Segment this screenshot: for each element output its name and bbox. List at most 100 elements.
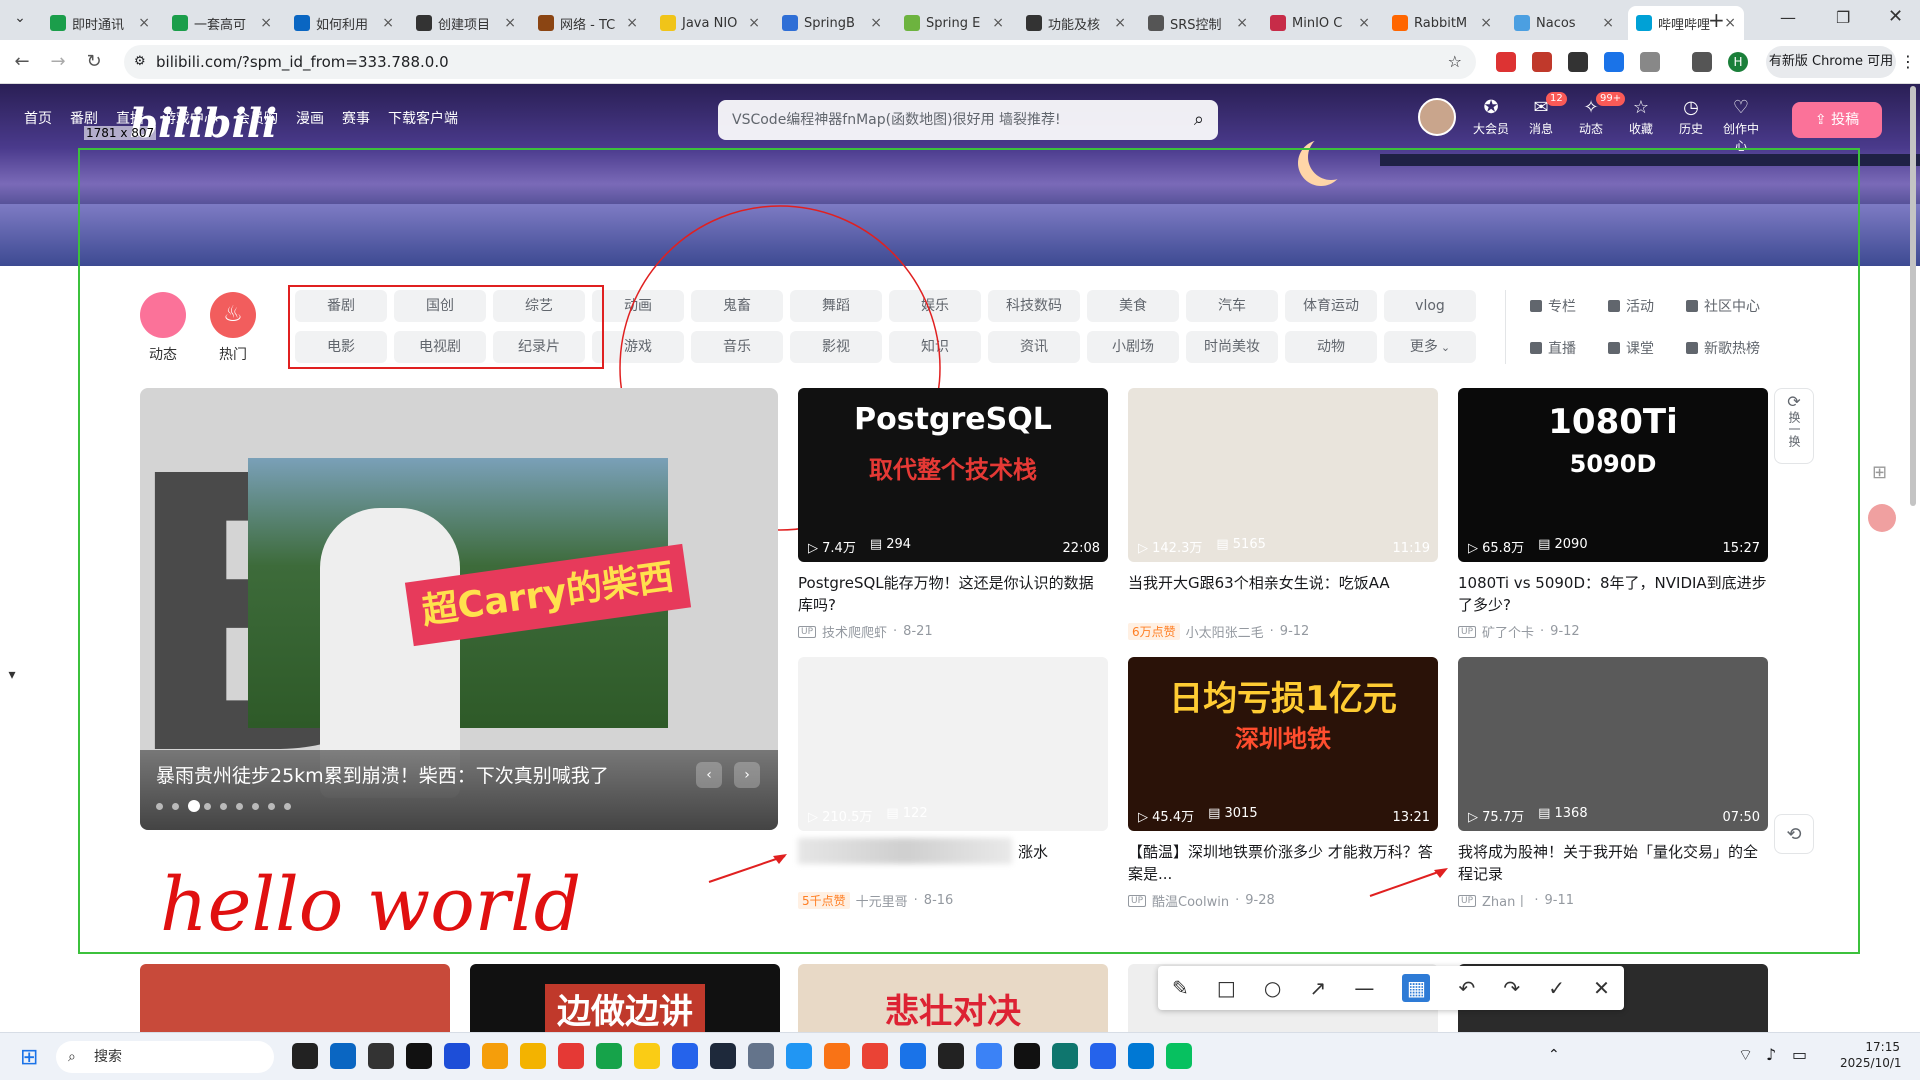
video-thumbnail[interactable]: 日均亏损1亿元 深圳地铁 ▷ 45.4万 ▤ 3015 13:21 xyxy=(1128,657,1438,831)
browser-tab[interactable]: 如何利用 × xyxy=(286,6,402,40)
chrome-menu-icon[interactable]: ⋮ xyxy=(1900,52,1916,71)
back-icon[interactable]: ← xyxy=(10,50,34,74)
search-icon[interactable]: ⌕ xyxy=(1194,100,1204,140)
carousel-dot[interactable] xyxy=(204,803,211,810)
extensions-puzzle-icon[interactable] xyxy=(1640,52,1660,72)
mosaic-icon[interactable]: ▦ xyxy=(1402,974,1431,1002)
undo-icon[interactable]: ↶ xyxy=(1459,976,1476,1000)
minimize-button[interactable]: — xyxy=(1780,8,1796,27)
carousel-dot[interactable] xyxy=(284,803,291,810)
replay-button[interactable]: ⟲ xyxy=(1774,814,1814,854)
channel-pill[interactable]: 科技数码 xyxy=(988,290,1080,322)
refresh-feed-button[interactable]: ⟳ 换一换 xyxy=(1774,388,1814,464)
folder-icon[interactable] xyxy=(482,1043,508,1069)
bookmark-star-icon[interactable]: ☆ xyxy=(1448,45,1462,79)
browser-tab[interactable]: 功能及核 × xyxy=(1018,6,1134,40)
vm-icon[interactable] xyxy=(710,1043,736,1069)
channel-pill[interactable]: 纪录片 xyxy=(493,331,585,363)
carousel-prev-button[interactable]: ‹ xyxy=(696,762,722,788)
video-thumbnail[interactable]: ▷ 142.3万 ▤ 5165 11:19 xyxy=(1128,388,1438,562)
arrow-icon[interactable]: ↗ xyxy=(1309,976,1326,1000)
carousel-next-button[interactable]: › xyxy=(734,762,760,788)
top-nav-item[interactable]: 下载客户端 xyxy=(388,108,458,128)
close-window-button[interactable]: ✕ xyxy=(1888,6,1903,27)
ellipse-icon[interactable]: ○ xyxy=(1264,976,1281,1000)
channel-pill[interactable]: 综艺 xyxy=(493,290,585,322)
carousel-dot[interactable] xyxy=(268,803,275,810)
tab-close-icon[interactable]: × xyxy=(1724,15,1736,31)
top-nav-item[interactable]: 赛事 xyxy=(342,108,370,128)
chrome-icon[interactable] xyxy=(824,1043,850,1069)
video-title[interactable]: 我将成为股神！关于我开始「量化交易」的全程记录 xyxy=(1458,841,1768,885)
right-edge-avatar[interactable] xyxy=(1868,504,1896,532)
extension-icon-1[interactable] xyxy=(1496,52,1516,72)
side-channel-link[interactable]: 直播 xyxy=(1530,338,1576,358)
url-input[interactable]: ⚙ bilibili.com/?spm_id_from=333.788.0.0 … xyxy=(124,45,1476,79)
edge-icon[interactable] xyxy=(330,1043,356,1069)
site-info-icon[interactable]: ⚙ xyxy=(134,45,146,79)
wifi-icon[interactable]: ⌔ xyxy=(1738,1045,1753,1065)
video-author[interactable]: 十元里哥 xyxy=(856,891,908,910)
task-view-icon[interactable] xyxy=(292,1043,318,1069)
video-author[interactable]: 技术爬爬虾 xyxy=(822,622,887,641)
top-right-nav-item[interactable]: ☆ 收藏 xyxy=(1618,96,1664,137)
video-card[interactable]: ▷ 75.7万 ▤ 1368 07:50 我将成为股神！关于我开始「量化交易」的全程记… xyxy=(1458,657,1768,910)
app-icon[interactable] xyxy=(862,1043,888,1069)
video-thumbnail[interactable]: ▷ 210.5万 ▤ 122 xyxy=(798,657,1108,831)
tab-close-icon[interactable]: × xyxy=(992,15,1004,31)
extension-icon-4[interactable] xyxy=(1604,52,1624,72)
profile-avatar[interactable]: H xyxy=(1728,52,1748,72)
side-channel-link[interactable]: 活动 xyxy=(1608,296,1654,316)
video-card[interactable]: ▷ 210.5万 ▤ 122 涨水 5千点赞 十元里哥 · 8-16 xyxy=(798,657,1108,910)
channel-pill[interactable]: 小剧场 xyxy=(1087,331,1179,363)
channel-pill[interactable]: 电影 xyxy=(295,331,387,363)
channel-pill[interactable]: vlog xyxy=(1384,290,1476,322)
hot-channel-label[interactable]: 热门 xyxy=(203,344,263,364)
top-nav-item[interactable]: 漫画 xyxy=(296,108,324,128)
video-thumbnail[interactable]: 1080Ti 5090D ▷ 65.8万 ▤ 2090 15:27 xyxy=(1458,388,1768,562)
taskbar-clock[interactable]: 17:15 2025/10/1 xyxy=(1840,1039,1902,1071)
line-icon[interactable]: — xyxy=(1354,976,1374,1000)
rectangle-icon[interactable]: □ xyxy=(1217,976,1236,1000)
browser-tab[interactable]: Nacos × xyxy=(1506,6,1622,40)
channel-pill[interactable]: 动物 xyxy=(1285,331,1377,363)
hero-carousel[interactable]: B 超Carry的柴西 暴雨贵州徒步25km累到崩溃！柴西：下次真别喊我了 ‹ … xyxy=(140,388,778,830)
carousel-dot[interactable] xyxy=(188,800,200,812)
channel-pill[interactable]: 国创 xyxy=(394,290,486,322)
browser-tab[interactable]: 创建项目 × xyxy=(408,6,524,40)
channel-pill[interactable]: 时尚美妆 xyxy=(1186,331,1278,363)
carousel-dot[interactable] xyxy=(252,803,259,810)
tray-overflow-icon[interactable]: ⌃ xyxy=(1548,1047,1560,1063)
video-card[interactable]: ▷ 142.3万 ▤ 5165 11:19 当我开大G跟63个相亲女生说：吃饭AA 6万… xyxy=(1128,388,1438,641)
side-channel-link[interactable]: 专栏 xyxy=(1530,296,1576,316)
carousel-dot[interactable] xyxy=(220,803,227,810)
channel-pill[interactable]: 电视剧 xyxy=(394,331,486,363)
search-input[interactable]: VSCode编程神器fnMap(函数地图)很好用 墙裂推荐! ⌕ xyxy=(718,100,1218,140)
pencil-icon[interactable]: ✎ xyxy=(1172,976,1189,1000)
video-author[interactable]: 小太阳张二毛 xyxy=(1186,622,1264,641)
app-icon[interactable] xyxy=(1052,1043,1078,1069)
browser-tab[interactable]: MinIO C × xyxy=(1262,6,1378,40)
extension-icon-2[interactable] xyxy=(1532,52,1552,72)
side-channel-link[interactable]: 新歌热榜 xyxy=(1686,338,1760,358)
carousel-title[interactable]: 暴雨贵州徒步25km累到崩溃！柴西：下次真别喊我了 xyxy=(156,761,609,788)
tab-close-icon[interactable]: × xyxy=(504,15,516,31)
side-channel-link[interactable]: 社区中心 xyxy=(1686,296,1760,316)
restore-button[interactable]: ❐ xyxy=(1836,8,1850,27)
browser-tab[interactable]: RabbitM × xyxy=(1384,6,1500,40)
video-title[interactable]: 当我开大G跟63个相亲女生说：吃饭AA xyxy=(1128,572,1438,616)
confirm-icon[interactable]: ✓ xyxy=(1548,976,1565,1000)
tab-close-icon[interactable]: × xyxy=(260,15,272,31)
browser-tab[interactable]: SpringB × xyxy=(774,6,890,40)
video-title[interactable]: PostgreSQL能存万物！这还是你认识的数据库吗? xyxy=(798,572,1108,616)
video-author[interactable]: 矿了个卡 xyxy=(1482,622,1534,641)
extension-icon-3[interactable] xyxy=(1568,52,1588,72)
channel-pill[interactable]: 体育运动 xyxy=(1285,290,1377,322)
tab-close-icon[interactable]: × xyxy=(626,15,638,31)
app-icon[interactable] xyxy=(786,1043,812,1069)
channel-pill[interactable]: 美食 xyxy=(1087,290,1179,322)
video-title[interactable]: 1080Ti vs 5090D：8年了，NVIDIA到底进步了多少? xyxy=(1458,572,1768,616)
channel-pill[interactable]: 资讯 xyxy=(988,331,1080,363)
upload-button[interactable]: ⇪ 投稿 xyxy=(1792,102,1882,138)
top-right-nav-item[interactable]: ✧ 动态 99+ xyxy=(1568,92,1626,137)
